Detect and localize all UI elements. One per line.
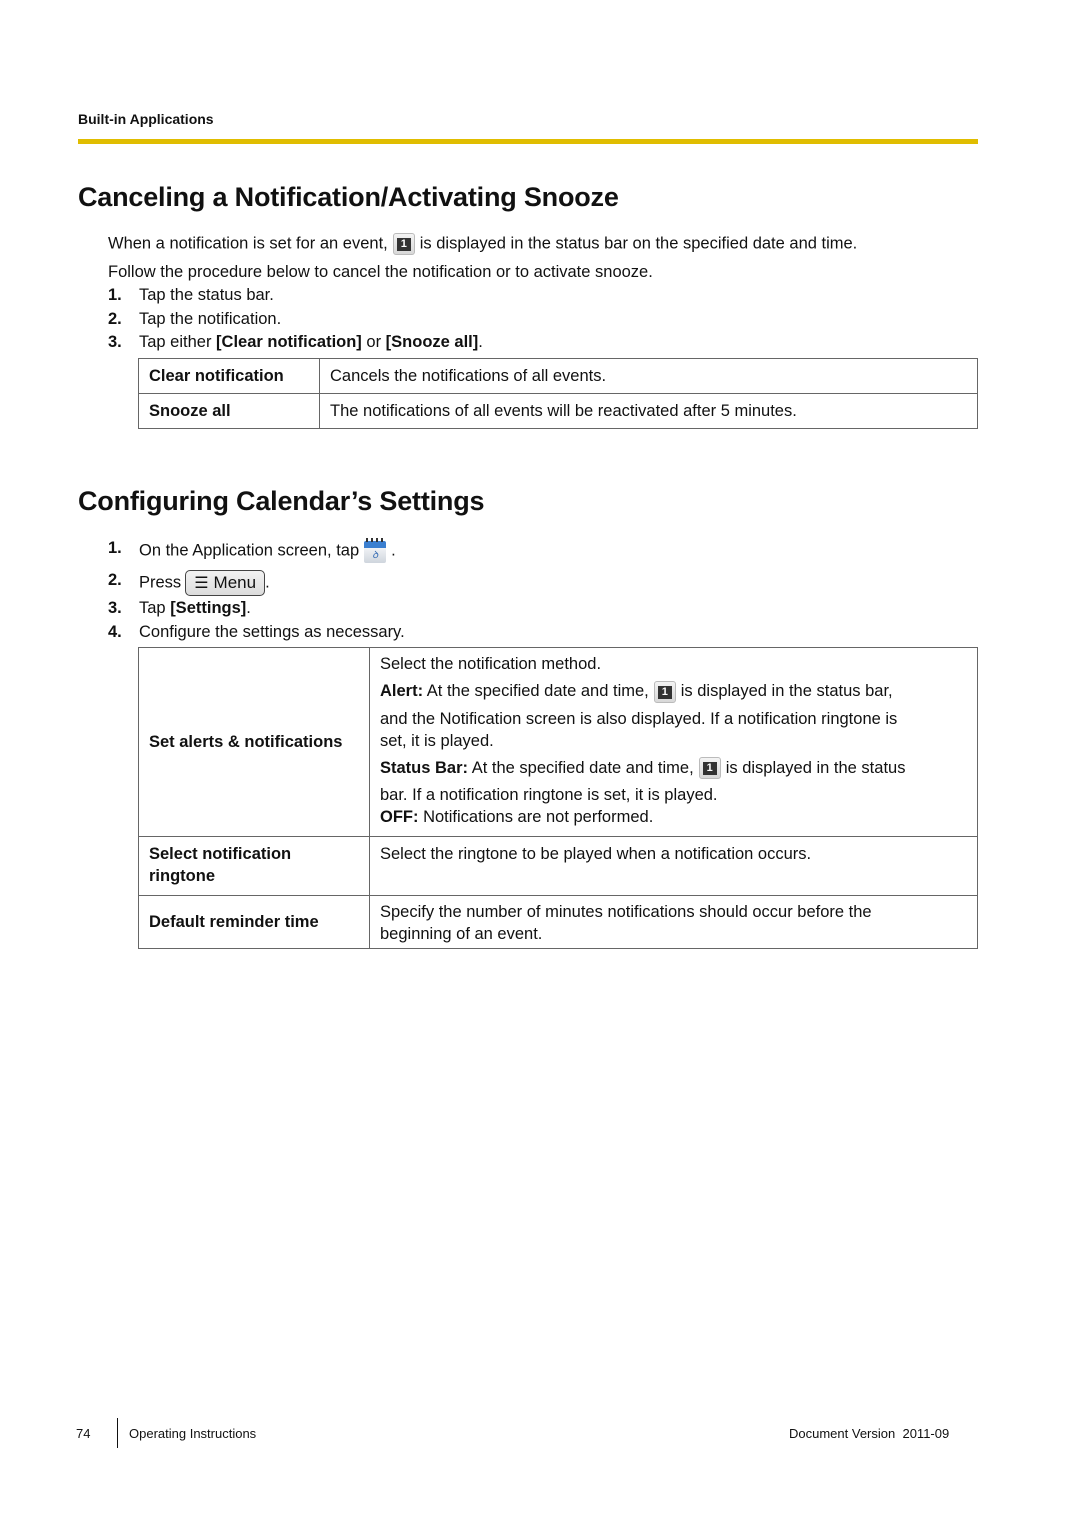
- step-3: 3. Tap [Settings].: [108, 599, 251, 617]
- header-rule: [78, 139, 978, 144]
- setting-name: Default reminder time: [138, 895, 370, 949]
- table-row: Clear notification Cancels the notificat…: [138, 358, 978, 394]
- step-1: 1. Tap the status bar.: [108, 286, 274, 304]
- calendar-notification-icon: 1: [392, 233, 415, 255]
- setting-description: Specify the number of minutes notificati…: [369, 895, 978, 949]
- section-title-canceling: Canceling a Notification/Activating Snoo…: [78, 182, 619, 212]
- intro-paragraph-2: Follow the procedure below to cancel the…: [108, 263, 653, 281]
- option-name: Snooze all: [138, 393, 320, 429]
- step-2: 2. Tap the notification.: [108, 310, 282, 328]
- option-description: Cancels the notifications of all events.: [319, 358, 978, 394]
- document-version: Document Version 2011-09: [789, 1426, 950, 1441]
- running-head: Built-in Applications: [78, 111, 214, 127]
- table-row: Select notification ringtone Select the r…: [138, 836, 978, 896]
- setting-name: Select notification ringtone: [138, 836, 370, 896]
- intro-paragraph: When a notification is set for an event,…: [108, 233, 857, 255]
- menu-button: ☰ Menu: [185, 570, 266, 596]
- page-number: 74: [76, 1426, 91, 1441]
- footer-divider: [117, 1418, 118, 1448]
- calendar-app-icon: ꝺ: [363, 538, 387, 564]
- option-description: The notifications of all events will be …: [319, 393, 978, 429]
- document-title: Operating Instructions: [129, 1426, 257, 1441]
- menu-list-icon: ☰: [194, 575, 209, 592]
- snooze-options-table: Clear notification Cancels the notificat…: [138, 358, 978, 429]
- calendar-notification-icon: 1: [698, 757, 721, 780]
- step-1: 1. On the Application screen, tap ꝺ.: [108, 538, 396, 564]
- setting-name: Set alerts & notifications: [138, 647, 370, 837]
- setting-description: Select the ringtone to be played when a …: [369, 836, 978, 896]
- table-row: Set alerts & notifications Select the no…: [138, 647, 978, 837]
- option-name: Clear notification: [138, 358, 320, 394]
- step-3: 3. Tap either [Clear notification] or [Sn…: [108, 333, 483, 351]
- section-title-settings: Configuring Calendar’s Settings: [78, 486, 485, 516]
- table-row: Snooze all The notifications of all even…: [138, 393, 978, 429]
- table-row: Default reminder time Specify the number…: [138, 895, 978, 949]
- setting-description: Select the notification method. Alert: A…: [369, 647, 978, 837]
- calendar-settings-table: Set alerts & notifications Select the no…: [138, 647, 978, 949]
- calendar-notification-icon: 1: [653, 680, 676, 703]
- step-4: 4. Configure the settings as necessary.: [108, 623, 405, 641]
- step-2: 2. Press ☰ Menu.: [108, 570, 270, 596]
